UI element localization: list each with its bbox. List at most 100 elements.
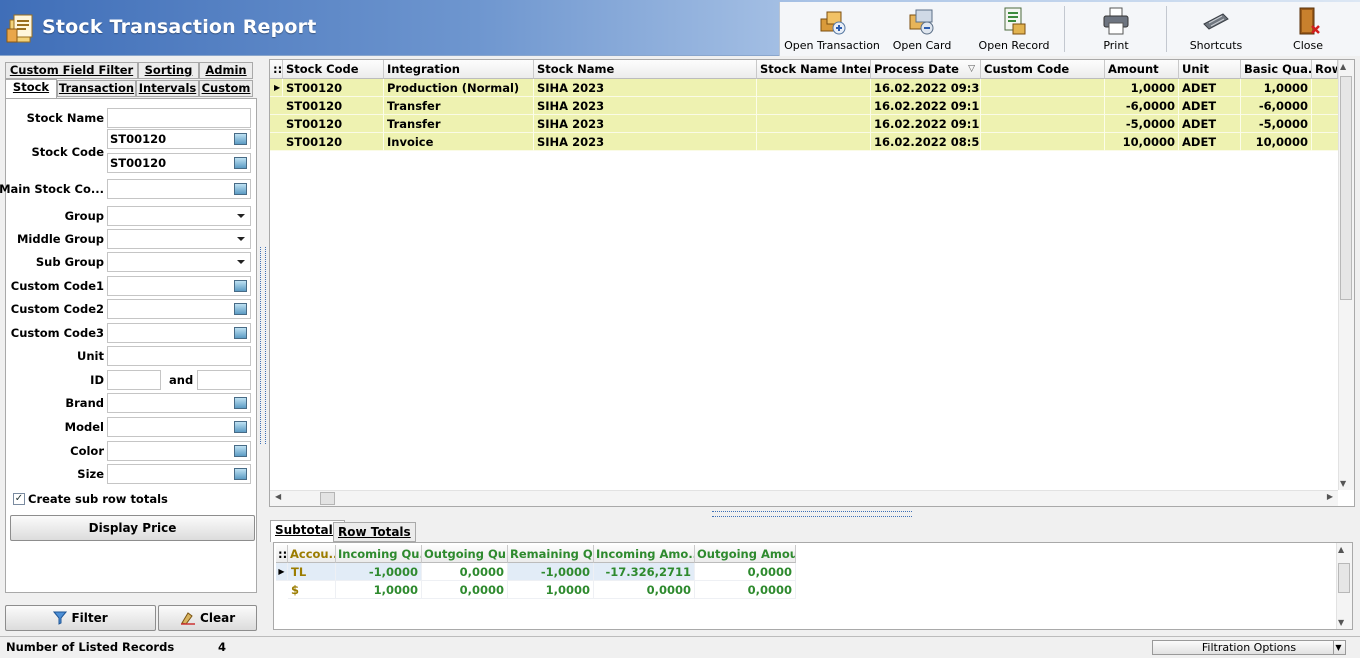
scroll-left-icon[interactable]: ◀: [275, 492, 281, 501]
shortcuts-label: Shortcuts: [1189, 39, 1243, 52]
close-label: Close: [1293, 39, 1323, 52]
filter-button[interactable]: Filter: [5, 605, 156, 631]
unit-field[interactable]: [107, 346, 251, 366]
scroll-thumb[interactable]: [1340, 76, 1352, 300]
cell-process-date: 16.02.2022 09:12:2: [871, 97, 981, 115]
chevron-down-icon: [237, 214, 245, 218]
scroll-up-icon[interactable]: ▲: [1338, 545, 1344, 554]
lookup-icon[interactable]: [234, 397, 247, 409]
scroll-thumb[interactable]: [320, 492, 335, 505]
close-button[interactable]: Close: [1270, 2, 1346, 56]
lookup-icon[interactable]: [234, 280, 247, 292]
tab-stock[interactable]: Stock: [5, 79, 57, 98]
print-label: Print: [1103, 39, 1129, 52]
table-row[interactable]: ST00120 Invoice SIHA 2023 16.02.2022 08:…: [270, 133, 1338, 151]
grid-corner-handle[interactable]: ::: [270, 60, 283, 79]
open-record-button[interactable]: Open Record: [970, 2, 1058, 56]
cell-unit: ADET: [1179, 133, 1241, 151]
size-field[interactable]: [107, 464, 251, 484]
scroll-thumb[interactable]: [1338, 563, 1350, 593]
cell-amount: -6,0000: [1105, 97, 1179, 115]
table-row[interactable]: ▶ TL -1,0000 0,0000 -1,0000 -17.326,2711…: [276, 563, 796, 581]
column-header-outgoing-qty[interactable]: Outgoing Qu...: [422, 545, 508, 563]
column-header-incoming-amount[interactable]: Incoming Amo...: [594, 545, 695, 563]
table-row[interactable]: $ 1,0000 0,0000 1,0000 0,0000 0,0000: [276, 581, 796, 599]
grid-vertical-scrollbar[interactable]: ▲ ▼: [1338, 60, 1354, 490]
scroll-down-icon[interactable]: ▼: [1338, 618, 1344, 627]
lookup-icon[interactable]: [234, 303, 247, 315]
tab-sorting[interactable]: Sorting: [138, 62, 199, 79]
open-card-button[interactable]: Open Card: [883, 2, 961, 56]
column-header-stock-name[interactable]: Stock Name: [534, 60, 757, 79]
brand-label: Brand: [65, 396, 104, 410]
cell-incoming-amount: 0,0000: [594, 581, 695, 599]
tab-intervals[interactable]: Intervals: [136, 80, 199, 97]
sub-group-select[interactable]: [107, 252, 251, 272]
stock-code-to-field[interactable]: ST00120: [107, 153, 251, 173]
cell-process-date: 16.02.2022 08:59:0: [871, 133, 981, 151]
custom-code1-field[interactable]: [107, 276, 251, 296]
lookup-icon[interactable]: [234, 468, 247, 480]
column-header-account[interactable]: Accou...: [288, 545, 336, 563]
eraser-icon: [180, 612, 195, 625]
lookup-icon[interactable]: [234, 183, 247, 195]
table-row[interactable]: ST00120 Transfer SIHA 2023 16.02.2022 09…: [270, 115, 1338, 133]
id-from-field[interactable]: [107, 370, 161, 390]
lookup-icon[interactable]: [234, 133, 247, 145]
column-header-integration[interactable]: Integration: [384, 60, 534, 79]
main-stock-code-field[interactable]: [107, 179, 251, 199]
grid-corner-handle[interactable]: ::: [276, 545, 288, 563]
vertical-splitter[interactable]: [260, 247, 266, 444]
print-button[interactable]: Print: [1076, 2, 1156, 56]
table-row[interactable]: ST00120 Transfer SIHA 2023 16.02.2022 09…: [270, 97, 1338, 115]
lookup-icon[interactable]: [234, 157, 247, 169]
column-header-process-date[interactable]: Process Date ▽: [871, 60, 981, 79]
column-header-custom-code[interactable]: Custom Code: [981, 60, 1105, 79]
scroll-up-icon[interactable]: ▲: [1340, 62, 1346, 71]
middle-group-select[interactable]: [107, 229, 251, 249]
cell-custom-code: [981, 79, 1105, 97]
tab-custom[interactable]: Custom: [199, 80, 253, 97]
stock-name-field[interactable]: [107, 108, 251, 128]
scroll-down-icon[interactable]: ▼: [1340, 479, 1346, 488]
scroll-right-icon[interactable]: ▶: [1327, 492, 1333, 501]
stock-code-label: Stock Code: [31, 145, 104, 159]
column-header-stock-code[interactable]: Stock Code: [283, 60, 384, 79]
column-header-amount[interactable]: Amount: [1105, 60, 1179, 79]
column-header-basic-qty[interactable]: Basic Qua...: [1241, 60, 1312, 79]
shortcuts-button[interactable]: Shortcuts: [1176, 2, 1256, 56]
column-header-stock-name-inter[interactable]: Stock Name Inter...: [757, 60, 871, 79]
horizontal-splitter[interactable]: [712, 511, 912, 517]
display-price-button[interactable]: Display Price: [10, 515, 255, 541]
lookup-icon[interactable]: [234, 421, 247, 433]
clear-button[interactable]: Clear: [158, 605, 257, 631]
stock-code-from-field[interactable]: ST00120: [107, 129, 251, 149]
custom-code3-field[interactable]: [107, 323, 251, 343]
tab-custom-field-filter[interactable]: Custom Field Filter: [5, 62, 138, 79]
subtotals-vertical-scrollbar[interactable]: ▲ ▼: [1336, 543, 1352, 629]
column-header-unit[interactable]: Unit: [1179, 60, 1241, 79]
open-transaction-button[interactable]: Open Transaction: [782, 2, 882, 56]
custom-code2-label: Custom Code2: [10, 302, 104, 316]
tab-transaction[interactable]: Transaction: [57, 80, 136, 97]
color-field[interactable]: [107, 441, 251, 461]
column-header-incoming-qty[interactable]: Incoming Qu...: [336, 545, 422, 563]
tab-row-totals[interactable]: Row Totals: [333, 522, 416, 542]
id-to-field[interactable]: [197, 370, 251, 390]
brand-field[interactable]: [107, 393, 251, 413]
filtration-options-button[interactable]: Filtration Options ▼: [1152, 640, 1346, 655]
filter-panel: Custom Field Filter Sorting Admin Stock …: [0, 60, 257, 633]
column-header-remaining-qty[interactable]: Remaining Q...: [508, 545, 594, 563]
lookup-icon[interactable]: [234, 327, 247, 339]
column-header-row[interactable]: Row: [1312, 60, 1338, 79]
column-header-outgoing-amount[interactable]: Outgoing Amou...: [695, 545, 796, 563]
create-sub-row-totals-checkbox[interactable]: ✓: [13, 493, 25, 505]
model-field[interactable]: [107, 417, 251, 437]
lookup-icon[interactable]: [234, 445, 247, 457]
group-select[interactable]: [107, 206, 251, 226]
unit-label: Unit: [77, 349, 104, 363]
custom-code2-field[interactable]: [107, 299, 251, 319]
grid-horizontal-scrollbar[interactable]: ◀ ▶: [270, 490, 1338, 506]
table-row[interactable]: ▶ ST00120 Production (Normal) SIHA 2023 …: [270, 79, 1338, 97]
tab-admin[interactable]: Admin: [199, 62, 253, 79]
